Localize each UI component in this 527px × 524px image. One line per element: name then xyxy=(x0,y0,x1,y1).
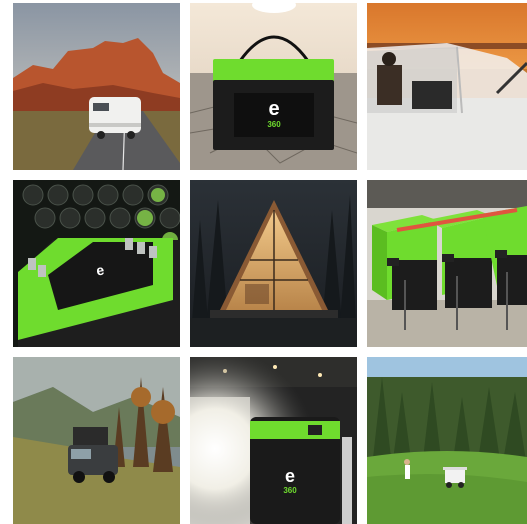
gallery-tile-boat-sunset[interactable] xyxy=(367,3,527,170)
battery-bank-photo xyxy=(367,180,527,347)
gallery-tile-cabin-night[interactable] xyxy=(190,180,357,347)
gallery-tile-golf-course[interactable] xyxy=(367,357,527,524)
gallery-tile-battery-bank[interactable] xyxy=(367,180,527,347)
gallery-tile-overland-truck[interactable] xyxy=(13,357,180,524)
boat-sunset-photo xyxy=(367,3,527,170)
gallery-tile-rv-desert[interactable] xyxy=(13,3,180,170)
photo-gallery-grid: e 360 e e 360 xyxy=(0,0,527,524)
gallery-tile-battery-closeup[interactable]: e xyxy=(13,180,180,347)
golf-course-photo xyxy=(367,357,527,524)
rv-desert-photo xyxy=(13,3,180,170)
gallery-tile-power-station-garage[interactable]: e 360 xyxy=(190,357,357,524)
brand-mark-e-garage: e xyxy=(285,466,295,486)
power-station-garage-photo: e 360 xyxy=(190,357,357,524)
gallery-tile-battery-lakebed[interactable]: e 360 xyxy=(190,3,357,170)
brand-number-360: 360 xyxy=(267,120,281,129)
cabin-night-photo xyxy=(190,180,357,347)
brand-mark-e: e xyxy=(268,98,279,120)
battery-closeup-photo: e xyxy=(13,180,180,347)
brand-number-360-garage: 360 xyxy=(283,486,297,495)
overland-truck-photo xyxy=(13,357,180,524)
battery-lakebed-photo: e 360 xyxy=(190,3,357,170)
